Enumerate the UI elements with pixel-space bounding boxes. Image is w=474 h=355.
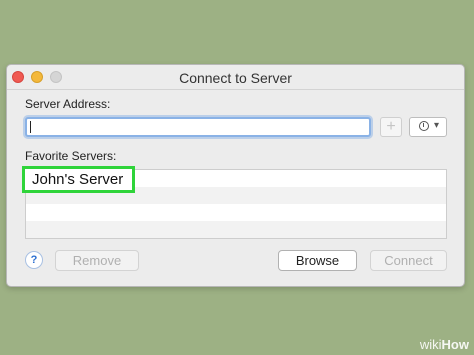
browse-button[interactable]: Browse: [278, 250, 357, 271]
title-bar[interactable]: Connect to Server: [7, 65, 464, 90]
window-title: Connect to Server: [179, 70, 292, 86]
watermark-wiki: wiki: [419, 337, 442, 352]
help-button[interactable]: ?: [25, 251, 43, 269]
add-favorite-button[interactable]: +: [380, 117, 402, 137]
recent-servers-button[interactable]: ▾: [409, 117, 447, 137]
server-address-label: Server Address:: [25, 97, 111, 111]
clock-icon: [419, 121, 429, 131]
server-address-input[interactable]: [25, 117, 371, 137]
connect-to-server-window: Connect to Server Server Address: + ▾ Fa…: [6, 64, 465, 287]
chevron-down-icon: ▾: [434, 120, 440, 131]
favorite-server-item[interactable]: John's Server: [22, 166, 135, 193]
text-caret: [30, 121, 31, 133]
list-item[interactable]: [26, 204, 446, 221]
list-item[interactable]: [26, 221, 446, 238]
watermark-how: How: [441, 337, 469, 352]
favorite-servers-label: Favorite Servers:: [25, 149, 117, 163]
connect-button[interactable]: Connect: [370, 250, 447, 271]
remove-button[interactable]: Remove: [55, 250, 139, 271]
favorite-server-name: John's Server: [32, 171, 124, 188]
wikihow-watermark: wikiHow: [420, 337, 469, 352]
